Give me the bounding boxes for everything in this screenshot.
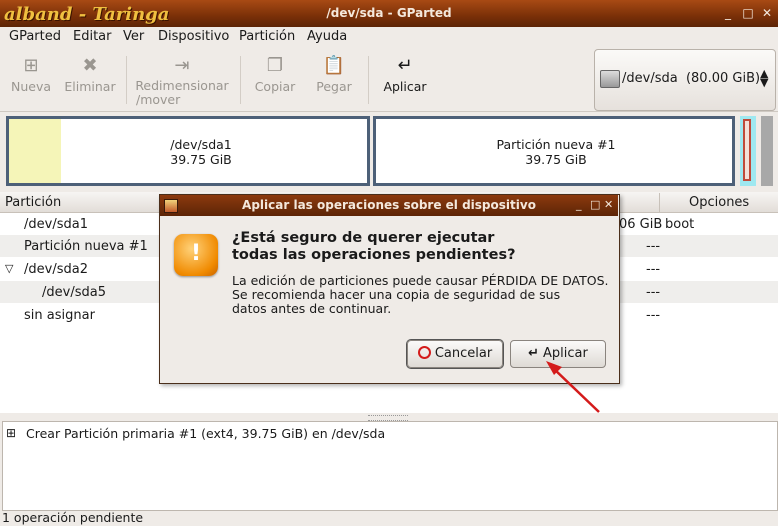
annotation-arrow: [546, 361, 600, 413]
